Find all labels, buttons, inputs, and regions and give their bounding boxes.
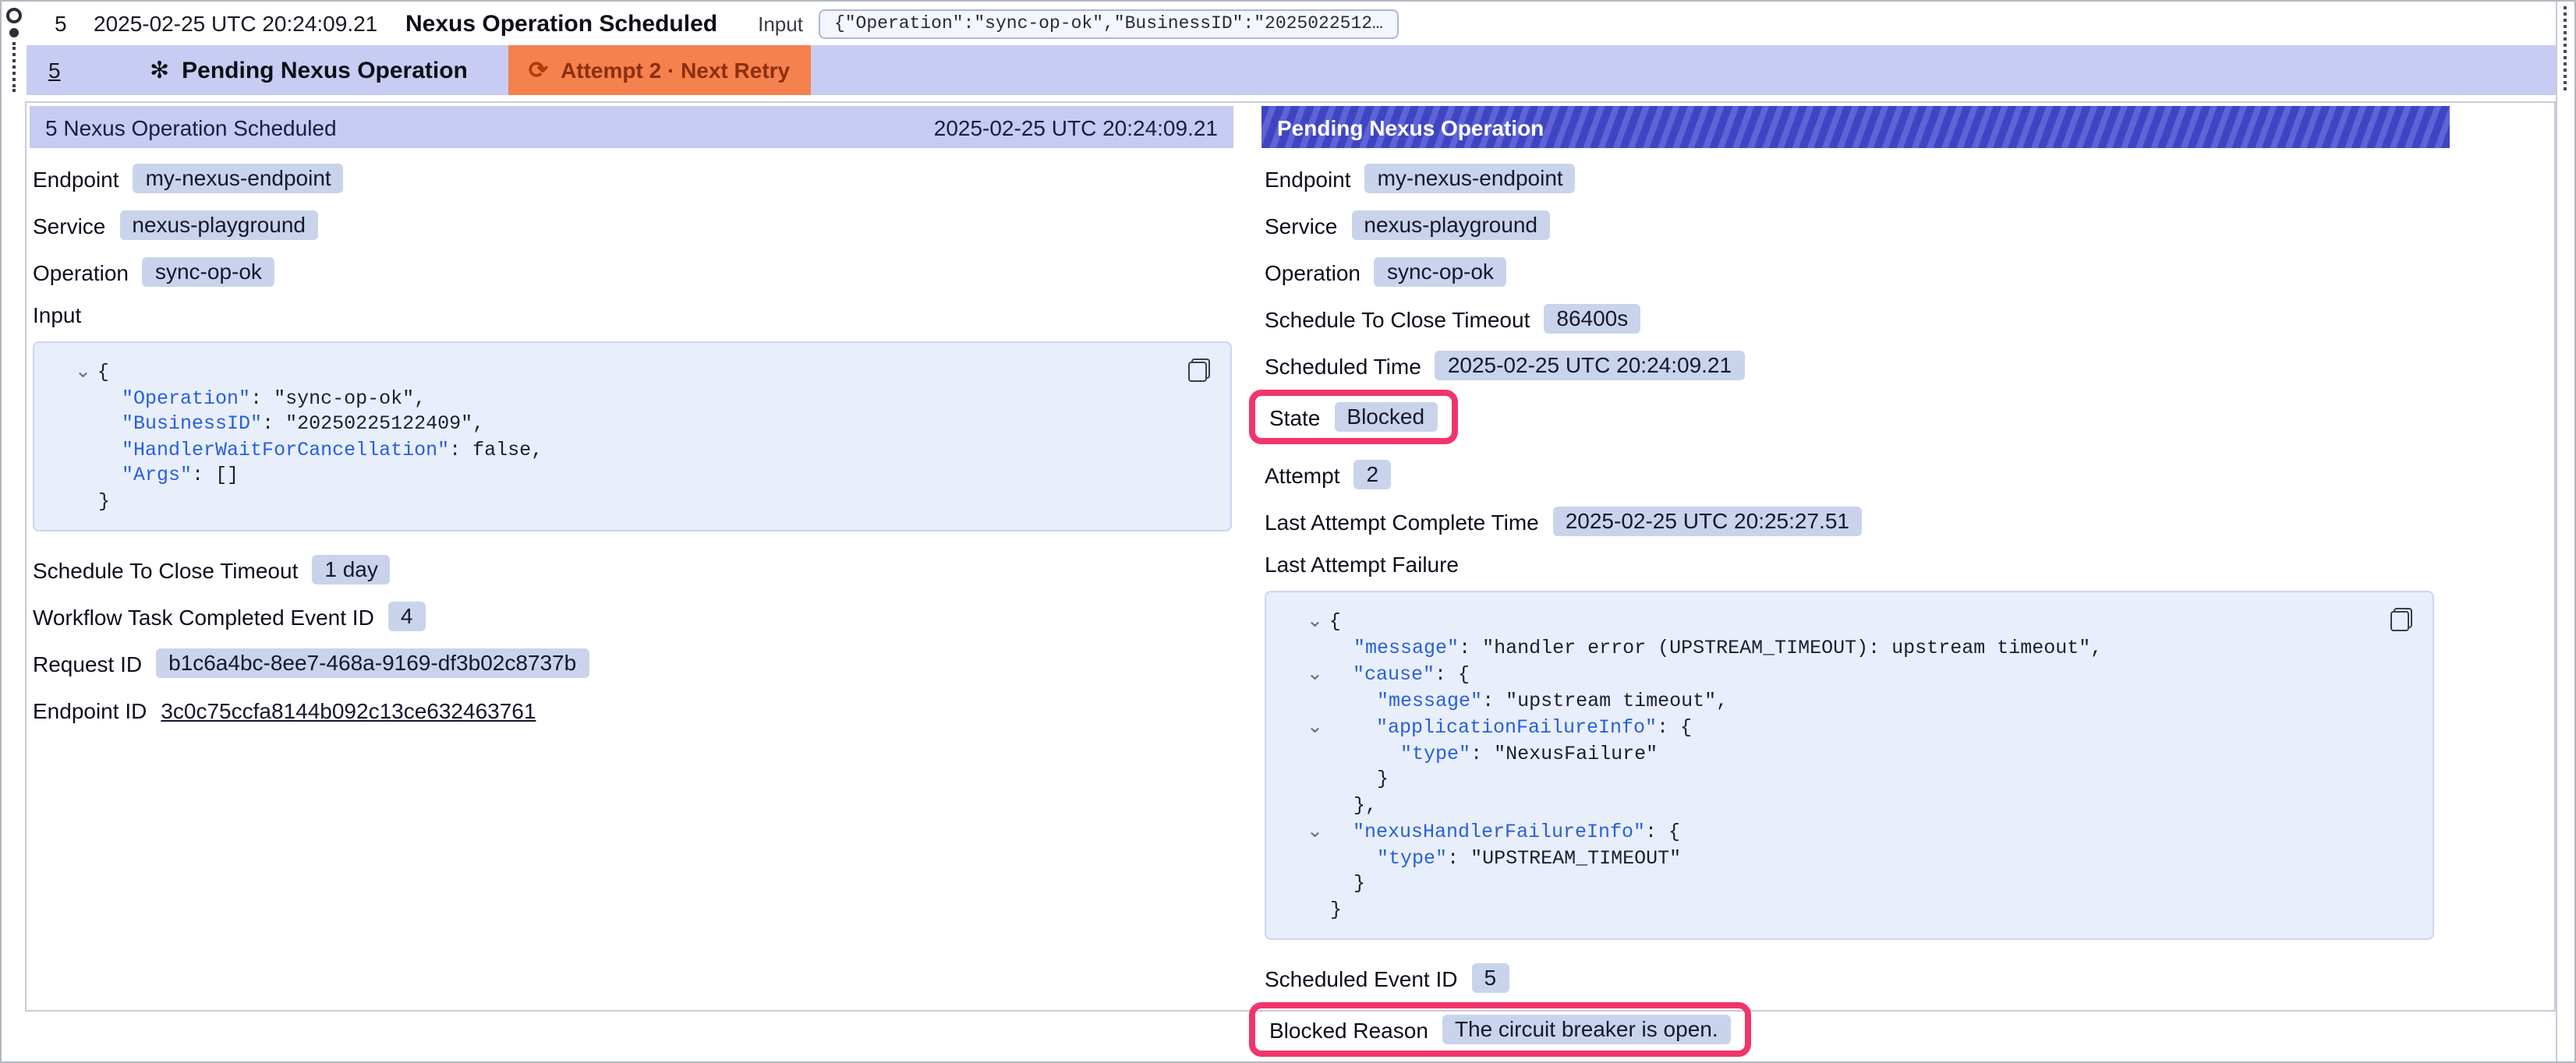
event-input-preview-chip: {"Operation":"sync-op-ok","BusinessID":"…	[819, 9, 1399, 38]
field-label: Last Attempt Complete Time	[1265, 509, 1539, 534]
field-value-chip: sync-op-ok	[1375, 257, 1506, 287]
field-value-chip: 2025-02-25 UTC 20:25:27.51	[1553, 507, 1862, 536]
field-label: Schedule To Close Timeout	[33, 557, 298, 582]
temporal-event-history-screen: 5 2025-02-25 UTC 20:24:09.21 Nexus Opera…	[0, 0, 2576, 1063]
endpoint-id-link[interactable]: 3c0c75ccfa8144b092c13ce632463761	[161, 697, 536, 722]
input-section-label: Input	[33, 302, 1233, 327]
field-value-chip: 2025-02-25 UTC 20:24:09.21	[1435, 351, 1744, 380]
last-attempt-failure-label: Last Attempt Failure	[1265, 552, 2450, 577]
field-attempt: Attempt 2	[1265, 458, 2450, 491]
pending-panel-title: Pending Nexus Operation	[1277, 115, 1544, 139]
field-value-chip: sync-op-ok	[143, 257, 274, 287]
field-endpoint-id: Endpoint ID 3c0c75ccfa8144b092c13ce63246…	[33, 694, 1233, 726]
event-id-link[interactable]: 5	[48, 58, 150, 83]
field-label: Schedule To Close Timeout	[1265, 306, 1530, 331]
field-label: Blocked Reason	[1269, 1017, 1428, 1042]
field-label: Scheduled Time	[1265, 353, 1421, 378]
timeline-dotted-line-right	[2564, 6, 2567, 90]
state-badge: Blocked	[1334, 402, 1437, 432]
field-value-chip: 2	[1354, 460, 1392, 489]
field-schedule-to-close-timeout: Schedule To Close Timeout 1 day	[33, 553, 1233, 586]
event-title: Nexus Operation Scheduled	[405, 10, 717, 37]
field-schedule-to-close-timeout: Schedule To Close Timeout 86400s	[1265, 302, 2450, 335]
pending-operation-panel: Pending Nexus Operation Endpoint my-nexu…	[1261, 106, 2450, 1010]
retry-icon: ⟳	[529, 56, 548, 84]
nexus-asterisk-icon: ✻	[150, 56, 169, 84]
event-input-label: Input	[758, 12, 803, 35]
input-json-viewer[interactable]: ⌄ { "Operation": "sync-op-ok", "Business…	[33, 341, 1232, 532]
scheduled-panel-title: 5 Nexus Operation Scheduled	[45, 115, 337, 139]
field-operation: Operation sync-op-ok	[1265, 256, 2450, 288]
timeline-dotted-line	[12, 42, 16, 92]
field-value-chip: b1c6a4bc-8ee7-468a-9169-df3b02c8737b	[156, 648, 589, 678]
pending-panel-header: Pending Nexus Operation	[1261, 106, 2450, 148]
field-last-attempt-complete-time: Last Attempt Complete Time 2025-02-25 UT…	[1265, 505, 2450, 538]
field-value-chip: 1 day	[312, 555, 391, 584]
annotation-highlight-state: State Blocked	[1249, 390, 1457, 444]
field-label: Endpoint	[1265, 166, 1351, 191]
event-row-nexus-operation-scheduled[interactable]: 5 2025-02-25 UTC 20:24:09.21 Nexus Opera…	[27, 2, 2556, 45]
copy-icon[interactable]	[1188, 358, 1210, 382]
scheduled-event-panel: 5 Nexus Operation Scheduled 2025-02-25 U…	[30, 106, 1233, 1010]
field-value-chip: 5	[1472, 963, 1509, 993]
field-value-chip: nexus-playground	[1351, 210, 1550, 240]
field-label: Workflow Task Completed Event ID	[33, 604, 374, 629]
field-label: Endpoint ID	[33, 697, 147, 722]
field-label: Endpoint	[33, 166, 119, 191]
scrollbar-rail[interactable]	[2556, 2, 2574, 1061]
field-label: State	[1269, 404, 1320, 429]
field-scheduled-time: Scheduled Time 2025-02-25 UTC 20:24:09.2…	[1265, 349, 2450, 382]
field-blocked-reason: Blocked Reason The circuit breaker is op…	[1269, 1013, 1731, 1046]
field-operation: Operation sync-op-ok	[33, 256, 1233, 288]
event-timeline-rail	[2, 2, 27, 189]
field-endpoint: Endpoint my-nexus-endpoint	[33, 162, 1233, 195]
field-label: Scheduled Event ID	[1265, 966, 1458, 991]
scheduled-panel-header: 5 Nexus Operation Scheduled 2025-02-25 U…	[30, 106, 1233, 148]
event-detail-container: 5 Nexus Operation Scheduled 2025-02-25 U…	[25, 101, 2556, 1012]
field-request-id: Request ID b1c6a4bc-8ee7-468a-9169-df3b0…	[33, 647, 1233, 680]
failure-json-viewer[interactable]: ⌄ { "message": "handler error (UPSTREAM_…	[1265, 591, 2434, 940]
field-service: Service nexus-playground	[1265, 209, 2450, 242]
field-state: State Blocked	[1269, 401, 1437, 433]
field-value-chip: 4	[388, 602, 426, 631]
field-value-chip: my-nexus-endpoint	[133, 164, 344, 193]
event-timestamp: 2025-02-25 UTC 20:24:09.21	[94, 11, 405, 36]
event-row-pending-nexus-operation[interactable]: 5 ✻ Pending Nexus Operation ⟳ Attempt 2 …	[27, 45, 2556, 95]
retry-attempt-badge: ⟳ Attempt 2 · Next Retry	[508, 45, 810, 95]
field-scheduled-event-id: Scheduled Event ID 5	[1265, 962, 2450, 994]
field-label: Request ID	[33, 651, 142, 676]
retry-badge-label: Attempt 2 · Next Retry	[561, 58, 790, 83]
event-id-link[interactable]: 5	[55, 11, 94, 36]
timeline-event-dot-icon	[9, 28, 19, 37]
field-label: Operation	[1265, 260, 1361, 284]
field-label: Service	[33, 213, 105, 238]
field-service: Service nexus-playground	[33, 209, 1233, 242]
field-label: Attempt	[1265, 462, 1340, 487]
field-label: Operation	[33, 260, 129, 284]
field-value-chip: my-nexus-endpoint	[1365, 164, 1576, 193]
field-workflow-task-completed-event-id: Workflow Task Completed Event ID 4	[33, 600, 1233, 633]
field-endpoint: Endpoint my-nexus-endpoint	[1265, 162, 2450, 195]
blocked-reason-chip: The circuit breaker is open.	[1442, 1015, 1731, 1044]
event-title: Pending Nexus Operation	[182, 57, 468, 83]
field-label: Service	[1265, 213, 1337, 238]
copy-icon[interactable]	[2390, 608, 2412, 631]
event-history-rows: 5 2025-02-25 UTC 20:24:09.21 Nexus Opera…	[27, 2, 2556, 95]
field-value-chip: nexus-playground	[119, 210, 318, 240]
field-value-chip: 86400s	[1544, 304, 1640, 334]
timeline-start-icon	[6, 8, 22, 23]
annotation-highlight-blocked-reason: Blocked Reason The circuit breaker is op…	[1249, 1002, 1751, 1057]
scheduled-panel-timestamp: 2025-02-25 UTC 20:24:09.21	[934, 115, 1218, 139]
